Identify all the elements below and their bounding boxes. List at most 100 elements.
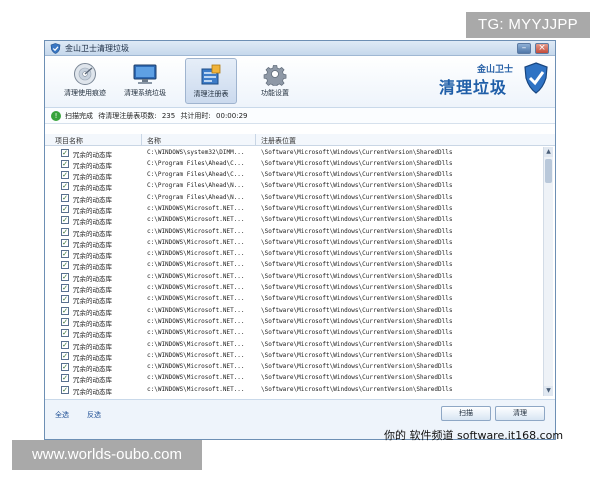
window-title: 金山卫士清理垃圾 [65,44,129,53]
table-row[interactable]: ✓ 冗余的动态库 c:\WINDOWS\Microsoft.NET... \Softw… [45,271,543,283]
brand-shield-icon [524,62,548,94]
table-row[interactable]: ✓ 冗余的动态库 C:\Program Files\Ahead\C... \Softw… [45,158,543,170]
table-row[interactable]: ✓ 冗余的动态库 c:\WINDOWS\Microsoft.NET... \Softw… [45,328,543,339]
row-checkbox[interactable]: ✓ [61,317,69,326]
row-checkbox[interactable]: ✓ [61,284,69,293]
status-pending-label: 待清理注册表项数: [98,112,157,120]
row-location: \Software\Microsoft\Windows\CurrentVersi… [261,329,453,337]
row-name: c:\WINDOWS\Microsoft.NET... [147,351,245,359]
row-location: \Software\Microsoft\Windows\CurrentVersi… [261,284,453,292]
table-row[interactable]: ✓ 冗余的动态库 C:\Program Files\Ahead\N... \Softw… [45,181,543,192]
row-checkbox[interactable]: ✓ [61,340,69,349]
clean-button[interactable]: 清理 [495,406,545,421]
watermark-bottom: www.worlds-oubo.com [12,440,202,470]
row-checkbox[interactable]: ✓ [61,193,69,202]
table-row[interactable]: ✓ 冗余的动态库 c:\WINDOWS\Microsoft.NET... \Softw… [45,373,543,384]
table-row[interactable]: ✓ 冗余的动态库 c:\WINDOWS\Microsoft.NET... \Softw… [45,316,543,328]
table-row[interactable]: ✓ 冗余的动态库 c:\WINDOWS\Microsoft.NET... \Softw… [45,350,543,362]
column-divider[interactable] [141,134,142,146]
row-location: \Software\Microsoft\Windows\CurrentVersi… [261,227,453,235]
table-row[interactable]: ✓ 冗余的动态库 c:\WINDOWS\Microsoft.NET... \Softw… [45,362,543,373]
row-location: \Software\Microsoft\Windows\CurrentVersi… [261,272,453,280]
tool-label-clean-traces: 清理使用痕迹 [64,89,106,97]
row-checkbox[interactable]: ✓ [61,261,69,270]
row-checkbox[interactable]: ✓ [61,374,69,383]
row-checkbox[interactable]: ✓ [61,204,69,213]
column-header-location[interactable]: 注册表位置 [261,136,296,146]
row-checkbox[interactable]: ✓ [61,159,69,168]
row-checkbox[interactable]: ✓ [61,385,69,394]
row-name: c:\WINDOWS\Microsoft.NET... [147,295,245,303]
row-name: c:\WINDOWS\Microsoft.NET... [147,216,245,224]
row-item: 冗余的动态库 [73,286,112,295]
vertical-scrollbar[interactable]: ▲ ▼ [543,147,553,396]
watermark-site: 你的 软件频道 software.it168.com [384,429,564,442]
table-row[interactable]: ✓ 冗余的动态库 c:\WINDOWS\Microsoft.NET... \Softw… [45,305,543,317]
row-checkbox[interactable]: ✓ [61,272,69,281]
row-item: 冗余的动态库 [73,195,112,204]
row-checkbox[interactable]: ✓ [61,351,69,360]
table-row[interactable]: ✓ 冗余的动态库 C:\Program Files\Ahead\N... \Softw… [45,192,543,204]
column-divider[interactable] [255,134,256,146]
row-checkbox[interactable]: ✓ [61,182,69,191]
table-row[interactable]: ✓ 冗余的动态库 c:\WINDOWS\Microsoft.NET... \Softw… [45,215,543,226]
row-name: C:\WINDOWS\system32\DIMM... [147,148,245,156]
tool-label-clean-system: 清理系统垃圾 [124,89,166,97]
row-item: 冗余的动态库 [73,184,112,193]
table-row[interactable]: ✓ 冗余的动态库 c:\WINDOWS\Microsoft.NET... \Softw… [45,339,543,351]
table-row[interactable]: ✓ 冗余的动态库 c:\WINDOWS\Microsoft.NET... \Softw… [45,294,543,305]
table-row[interactable]: ✓ 冗余的动态库 c:\WINDOWS\Microsoft.NET... \Softw… [45,283,543,294]
table-row[interactable]: ✓ 冗余的动态库 c:\WINDOWS\Microsoft.NET... \Softw… [45,237,543,249]
scroll-up-arrow-icon[interactable]: ▲ [544,147,553,157]
row-name: C:\Program Files\Ahead\N... [147,182,245,190]
row-checkbox[interactable]: ✓ [61,227,69,236]
row-name: c:\WINDOWS\Microsoft.NET... [147,363,245,371]
table-row[interactable]: ✓ 冗余的动态库 c:\WINDOWS\Microsoft.NET... \Softw… [45,203,543,215]
row-checkbox[interactable]: ✓ [61,306,69,315]
row-name: c:\WINDOWS\Microsoft.NET... [147,317,245,325]
select-all-link[interactable]: 全选 [55,410,69,420]
column-header-item[interactable]: 项目名称 [55,136,83,146]
tool-settings[interactable]: 功能设置 [249,58,301,104]
watermark-top: TG: MYYJJPP [466,12,590,38]
tool-label-clean-registry: 清理注册表 [193,90,229,98]
row-checkbox[interactable]: ✓ [61,171,69,180]
row-item: 冗余的动态库 [73,229,112,238]
minimize-button[interactable]: – [517,43,531,54]
row-location: \Software\Microsoft\Windows\CurrentVersi… [261,193,453,201]
row-checkbox[interactable]: ✓ [61,329,69,338]
row-checkbox[interactable]: ✓ [61,363,69,372]
row-name: C:\Program Files\Ahead\N... [147,193,245,201]
close-button[interactable]: × [535,43,549,54]
table-row[interactable]: ✓ 冗余的动态库 c:\WINDOWS\Microsoft.NET... \Softw… [45,384,543,396]
table-row[interactable]: ✓ 冗余的动态库 c:\WINDOWS\Microsoft.NET... \Softw… [45,260,543,271]
row-item: 冗余的动态库 [73,365,112,374]
table-row[interactable]: ✓ 冗余的动态库 c:\WINDOWS\Microsoft.NET... \Softw… [45,226,543,238]
row-checkbox[interactable]: ✓ [61,238,69,247]
row-location: \Software\Microsoft\Windows\CurrentVersi… [261,204,453,212]
table-row[interactable]: ✓ 冗余的动态库 C:\WINDOWS\system32\DIMM... \Softw… [45,147,543,159]
tool-clean-registry[interactable]: 清理注册表 [185,58,237,104]
scroll-down-arrow-icon[interactable]: ▼ [544,386,553,396]
scan-button[interactable]: 扫描 [441,406,491,421]
row-location: \Software\Microsoft\Windows\CurrentVersi… [261,374,453,382]
row-name: c:\WINDOWS\Microsoft.NET... [147,385,245,393]
row-location: \Software\Microsoft\Windows\CurrentVersi… [261,250,453,258]
invert-selection-link[interactable]: 反选 [87,410,101,420]
table-row[interactable]: ✓ 冗余的动态库 C:\Program Files\Ahead\C... \Softw… [45,170,543,181]
row-checkbox[interactable]: ✓ [61,216,69,225]
row-location: \Software\Microsoft\Windows\CurrentVersi… [261,182,453,190]
scrollbar-thumb[interactable] [545,159,552,183]
row-checkbox[interactable]: ✓ [61,148,69,157]
row-name: c:\WINDOWS\Microsoft.NET... [147,227,245,235]
success-icon: ! [51,111,61,121]
tool-clean-system[interactable]: 清理系统垃圾 [119,58,171,104]
row-checkbox[interactable]: ✓ [61,295,69,304]
status-done: 扫描完成 [65,112,93,120]
row-name: C:\Program Files\Ahead\C... [147,159,245,167]
row-checkbox[interactable]: ✓ [61,250,69,259]
table-row[interactable]: ✓ 冗余的动态库 c:\WINDOWS\Microsoft.NET... \Softw… [45,249,543,260]
row-location: \Software\Microsoft\Windows\CurrentVersi… [261,238,453,246]
column-header-name[interactable]: 名称 [147,136,161,146]
tool-clean-traces[interactable]: 清理使用痕迹 [59,58,111,104]
